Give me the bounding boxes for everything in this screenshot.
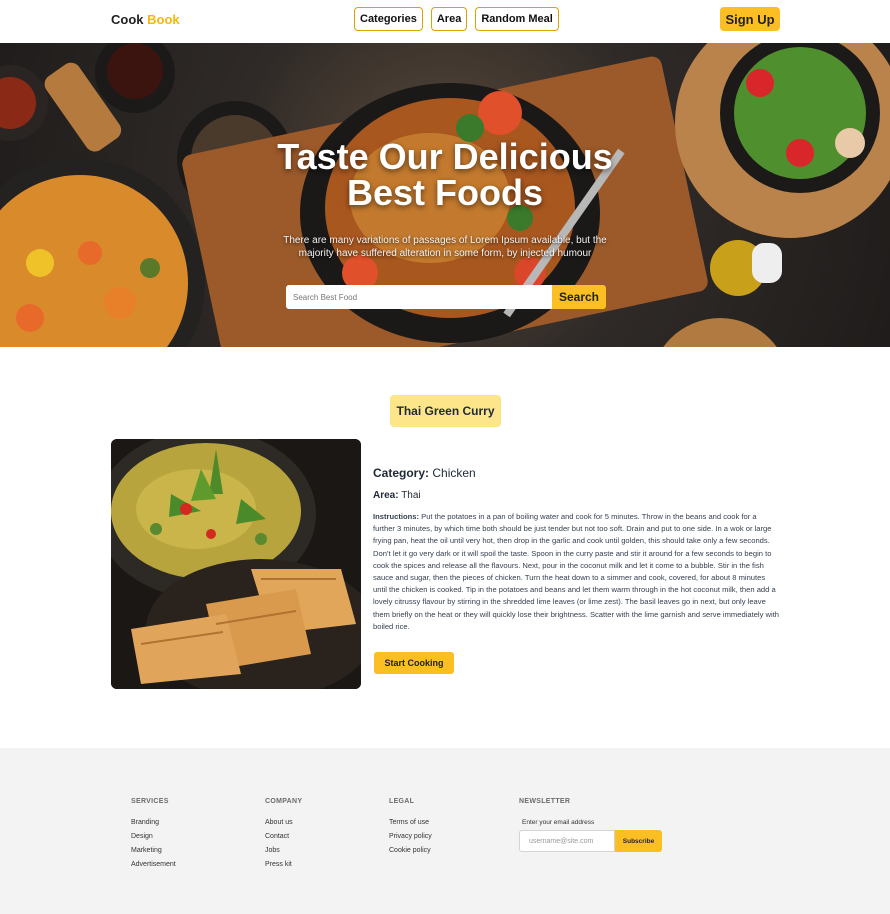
nav-links: Categories Area Random Meal [354, 7, 559, 31]
logo-text-book: Book [147, 12, 180, 27]
footer-services-heading: SERVICES [131, 798, 169, 805]
footer-link-cookie-policy[interactable]: Cookie policy [389, 844, 432, 858]
meal-area: Area: Thai [373, 490, 780, 501]
search-button[interactable]: Search [552, 285, 606, 309]
footer-link-design[interactable]: Design [131, 830, 176, 844]
navbar: Cook Book Categories Area Random Meal Si… [0, 0, 890, 43]
hero-banner: Taste Our Delicious Best Foods There are… [0, 43, 890, 347]
footer-link-about-us[interactable]: About us [265, 816, 302, 830]
category-label: Category: [373, 466, 430, 480]
footer-link-contact[interactable]: Contact [265, 830, 302, 844]
sign-up-button[interactable]: Sign Up [720, 7, 780, 31]
footer-legal: LEGAL Terms of use Privacy policy Cookie… [389, 798, 432, 858]
footer-link-marketing[interactable]: Marketing [131, 844, 176, 858]
newsletter-form: username@site.com Subscribe [519, 830, 662, 852]
subscribe-button[interactable]: Subscribe [615, 830, 662, 852]
meal-image [111, 439, 361, 689]
thai-green-curry-photo [111, 439, 361, 689]
footer: SERVICES Branding Design Marketing Adver… [0, 748, 890, 914]
newsletter-email-label: Enter your email address [522, 819, 595, 826]
hero-search-bar: Search [286, 285, 606, 309]
nav-categories-button[interactable]: Categories [354, 7, 423, 31]
food-search-input[interactable] [286, 285, 552, 309]
hero-subtitle: There are many variations of passages of… [283, 235, 607, 259]
category-value: Chicken [432, 466, 476, 480]
instructions-text: Put the potatoes in a pan of boiling wat… [373, 512, 780, 631]
footer-link-privacy-policy[interactable]: Privacy policy [389, 830, 432, 844]
footer-legal-heading: LEGAL [389, 798, 415, 805]
footer-newsletter: NEWSLETTER Enter your email address user… [519, 798, 662, 852]
footer-services: SERVICES Branding Design Marketing Adver… [131, 798, 176, 872]
start-cooking-button[interactable]: Start Cooking [374, 652, 454, 674]
logo-text-cook: Cook [111, 12, 144, 27]
footer-company-heading: COMPANY [265, 798, 303, 805]
hero-title: Taste Our Delicious Best Foods [277, 136, 613, 213]
footer-link-press-kit[interactable]: Press kit [265, 858, 302, 872]
nav-random-meal-button[interactable]: Random Meal [475, 7, 559, 31]
nav-area-button[interactable]: Area [430, 7, 468, 31]
area-value: Thai [401, 490, 421, 501]
meal-title: Thai Green Curry [390, 395, 501, 427]
area-label: Area: [373, 490, 399, 501]
meal-instructions: Instructions: Put the potatoes in a pan … [373, 511, 780, 633]
footer-link-advertisement[interactable]: Advertisement [131, 858, 176, 872]
newsletter-heading: NEWSLETTER [519, 798, 571, 805]
instructions-label: Instructions: [373, 512, 419, 521]
logo[interactable]: Cook Book [111, 12, 180, 27]
footer-link-branding[interactable]: Branding [131, 816, 176, 830]
meal-category: Category: Chicken [373, 466, 780, 480]
meal-info: Category: Chicken Area: Thai Instruction… [373, 466, 780, 633]
footer-company: COMPANY About us Contact Jobs Press kit [265, 798, 302, 872]
footer-link-terms-of-use[interactable]: Terms of use [389, 816, 432, 830]
footer-link-jobs[interactable]: Jobs [265, 844, 302, 858]
newsletter-email-input[interactable]: username@site.com [519, 830, 615, 852]
